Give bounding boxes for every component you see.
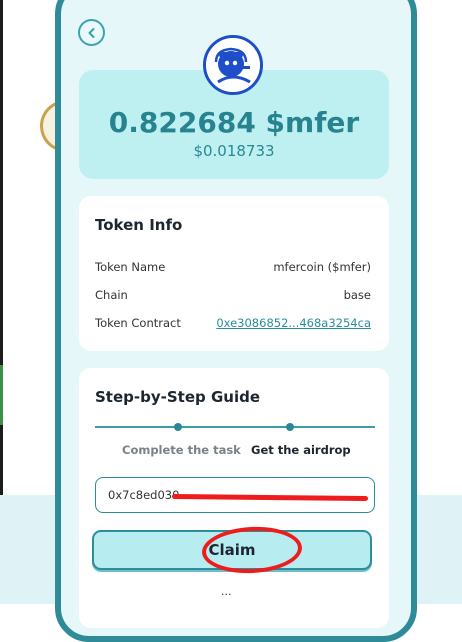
info-row-token-name: Token Name mfercoin ($mfer): [95, 260, 371, 274]
claim-button[interactable]: Claim: [92, 530, 372, 570]
bottom-text-fragment: ...: [221, 585, 232, 598]
step-progress-track: [95, 423, 375, 431]
step-label-2: Get the airdrop: [251, 443, 351, 457]
step-dot-2: [286, 423, 294, 431]
step-dot-1: [174, 423, 182, 431]
token-amount: 0.822684 $mfer: [108, 106, 360, 139]
token-info-card: Token Info Token Name mfercoin ($mfer) C…: [79, 196, 389, 351]
step-guide-title: Step-by-Step Guide: [95, 388, 260, 406]
token-info-title: Token Info: [95, 216, 183, 234]
token-contract-link[interactable]: 0xe3086852...468a3254ca: [216, 316, 371, 330]
step-guide-card: Step-by-Step Guide Complete the task Get…: [79, 368, 389, 628]
phone-frame: 0.822684 $mfer $0.018733 Token Info Toke…: [55, 0, 417, 642]
left-edge-accent: [0, 365, 3, 425]
info-label: Token Name: [95, 260, 166, 274]
mfer-logo-icon: [203, 35, 263, 95]
info-label: Token Contract: [95, 316, 181, 330]
info-value: mfercoin ($mfer): [273, 260, 371, 274]
step-label-1: Complete the task: [122, 443, 241, 457]
chevron-left-icon: [88, 27, 94, 38]
token-usd-value: $0.018733: [193, 142, 275, 160]
info-label: Chain: [95, 288, 128, 302]
back-button[interactable]: [78, 19, 105, 46]
info-value: base: [343, 288, 371, 302]
info-row-chain: Chain base: [95, 288, 371, 302]
info-row-token-contract: Token Contract 0xe3086852...468a3254ca: [95, 316, 371, 330]
